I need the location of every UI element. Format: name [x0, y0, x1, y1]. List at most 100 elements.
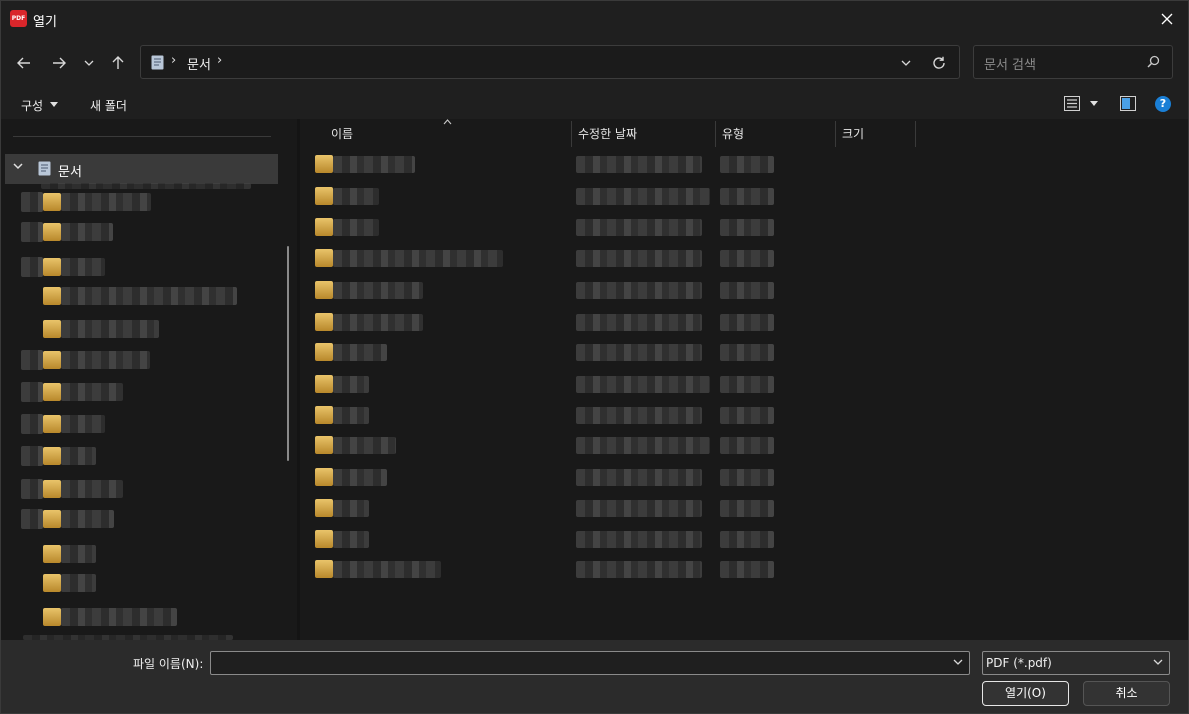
- folder-icon: [315, 530, 333, 548]
- blurred-item: [61, 320, 159, 338]
- filename-input[interactable]: [210, 651, 970, 675]
- file-row[interactable]: [300, 337, 1188, 368]
- folder-icon: [43, 480, 61, 498]
- nav-folder-item[interactable]: [21, 507, 281, 531]
- blurred-item: [576, 437, 710, 454]
- blurred-item: [333, 469, 387, 486]
- blurred-item: [576, 314, 702, 331]
- folder-icon: [315, 468, 333, 486]
- column-divider[interactable]: [571, 121, 572, 147]
- nav-folder-item[interactable]: [33, 284, 293, 308]
- file-row[interactable]: [300, 430, 1188, 461]
- navigation-bar: › 문서 › 문서 검색: [1, 37, 1188, 89]
- preview-pane-icon[interactable]: [1120, 96, 1136, 111]
- file-row[interactable]: [300, 149, 1188, 180]
- caret-down-icon[interactable]: [50, 102, 58, 107]
- recent-locations-button[interactable]: [77, 51, 101, 75]
- blurred-item: [720, 469, 774, 486]
- close-icon: [1161, 13, 1173, 25]
- column-header-type[interactable]: 유형: [722, 125, 744, 142]
- blurred-item: [333, 314, 423, 331]
- search-input[interactable]: 문서 검색: [973, 45, 1173, 79]
- blurred-item: [720, 188, 774, 205]
- file-row[interactable]: [300, 243, 1188, 274]
- blurred-item: [576, 250, 702, 267]
- refresh-icon: [933, 56, 945, 69]
- nav-folder-item[interactable]: [21, 220, 281, 244]
- chevron-down-icon[interactable]: [13, 163, 23, 170]
- column-divider[interactable]: [915, 121, 916, 147]
- folder-icon: [43, 223, 61, 241]
- blurred-item: [333, 376, 369, 393]
- column-header-name[interactable]: 이름: [331, 125, 353, 142]
- nav-scrollbar[interactable]: [287, 246, 289, 461]
- nav-item-documents[interactable]: 문서: [5, 154, 278, 184]
- folder-icon: [43, 383, 61, 401]
- file-row[interactable]: [300, 181, 1188, 212]
- organize-button[interactable]: 구성: [21, 97, 43, 114]
- forward-button[interactable]: [47, 51, 71, 75]
- nav-folder-item[interactable]: [21, 380, 281, 404]
- open-button[interactable]: 열기(O): [982, 681, 1069, 706]
- folder-icon: [315, 281, 333, 299]
- blurred-item: [61, 193, 151, 211]
- file-row[interactable]: [300, 462, 1188, 493]
- folder-icon: [43, 193, 61, 211]
- nav-folder-item[interactable]: [33, 317, 293, 341]
- folder-icon: [315, 313, 333, 331]
- blurred-item: [61, 510, 114, 528]
- file-row[interactable]: [300, 554, 1188, 585]
- file-row[interactable]: [300, 275, 1188, 306]
- column-divider[interactable]: [715, 121, 716, 147]
- blurred-item: [576, 376, 710, 393]
- column-header-size[interactable]: 크기: [842, 125, 864, 142]
- blurred-item: [720, 561, 774, 578]
- nav-folder-item[interactable]: [33, 605, 293, 629]
- address-bar[interactable]: › 문서 ›: [140, 45, 960, 79]
- command-toolbar: 구성 새 폴더 ?: [1, 89, 1188, 119]
- folder-icon: [43, 574, 61, 592]
- nav-folder-item[interactable]: [21, 255, 281, 279]
- blurred-item: [576, 469, 702, 486]
- file-row[interactable]: [300, 307, 1188, 338]
- nav-folder-item[interactable]: [21, 348, 281, 372]
- file-row[interactable]: [300, 400, 1188, 431]
- file-row[interactable]: [300, 369, 1188, 400]
- blurred-item: [720, 500, 774, 517]
- file-row[interactable]: [300, 212, 1188, 243]
- filename-label: 파일 이름(N):: [133, 657, 204, 671]
- back-button[interactable]: [12, 51, 36, 75]
- file-type-select[interactable]: PDF (*.pdf): [982, 651, 1170, 675]
- arrow-up-icon: [112, 56, 124, 69]
- nav-folder-item[interactable]: [21, 190, 281, 214]
- refresh-button[interactable]: [929, 53, 949, 73]
- up-button[interactable]: [106, 51, 130, 75]
- nav-folder-item[interactable]: [21, 477, 281, 501]
- blurred-item: [576, 219, 702, 236]
- nav-folder-item[interactable]: [21, 444, 281, 468]
- nav-folder-item[interactable]: [33, 542, 293, 566]
- column-header-date[interactable]: 수정한 날짜: [578, 125, 637, 142]
- chevron-down-icon[interactable]: [953, 659, 963, 665]
- address-history-dropdown[interactable]: [897, 54, 915, 72]
- file-row[interactable]: [300, 493, 1188, 524]
- breadcrumb-documents[interactable]: 문서: [187, 54, 211, 73]
- help-icon[interactable]: ?: [1155, 96, 1171, 112]
- blurred-item: [61, 415, 105, 433]
- close-button[interactable]: [1144, 1, 1188, 37]
- nav-folder-item[interactable]: [33, 571, 293, 595]
- blurred-item: [720, 156, 774, 173]
- blurred-item: [720, 437, 774, 454]
- caret-down-icon[interactable]: [1090, 101, 1098, 106]
- view-details-icon[interactable]: [1064, 96, 1080, 111]
- column-divider[interactable]: [835, 121, 836, 147]
- breadcrumb-separator: ›: [171, 53, 177, 68]
- new-folder-button[interactable]: 새 폴더: [90, 97, 127, 114]
- folder-icon: [43, 608, 61, 626]
- dialog-footer: 파일 이름(N): PDF (*.pdf) 열기(O) 취소: [1, 640, 1188, 713]
- nav-folder-item[interactable]: [21, 412, 281, 436]
- cancel-button[interactable]: 취소: [1083, 681, 1170, 706]
- blurred-item: [333, 219, 379, 236]
- file-row[interactable]: [300, 524, 1188, 555]
- breadcrumb-separator[interactable]: ›: [217, 53, 222, 68]
